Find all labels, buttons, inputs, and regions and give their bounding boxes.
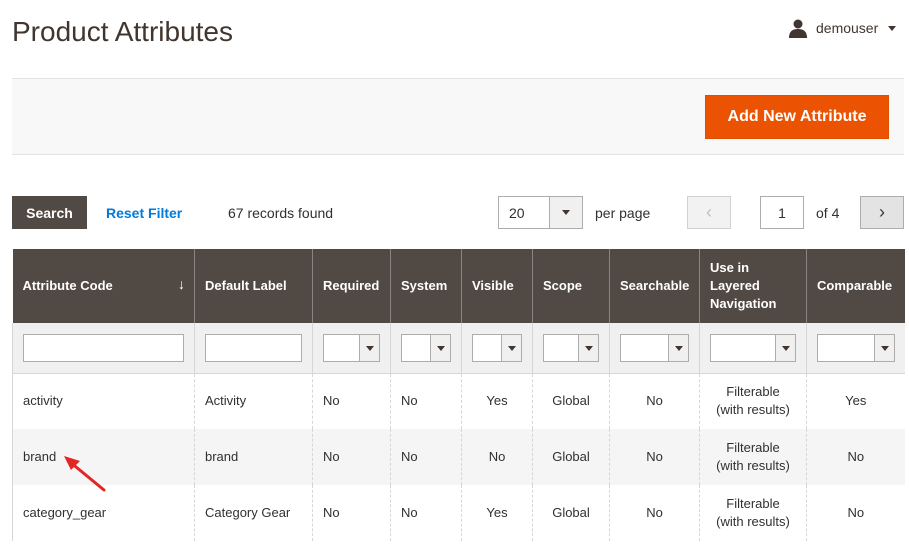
chevron-down-icon bbox=[888, 25, 897, 31]
attributes-grid: Attribute Code ↓ Default Label Required S… bbox=[12, 249, 905, 541]
cell-layered: Filterable (with results) bbox=[699, 429, 807, 485]
cell-visible: Yes bbox=[461, 485, 533, 541]
filter-visible-select[interactable] bbox=[472, 333, 522, 362]
per-page-value: 20 bbox=[509, 205, 525, 221]
cell-comparable: No bbox=[806, 429, 905, 485]
column-comparable[interactable]: Comparable bbox=[806, 249, 905, 323]
table-row[interactable]: category_gear Category Gear No No Yes Gl… bbox=[12, 485, 905, 541]
filter-scope-select[interactable] bbox=[543, 333, 599, 362]
cell-label: Category Gear bbox=[194, 485, 313, 541]
column-system[interactable]: System bbox=[390, 249, 462, 323]
cell-scope: Global bbox=[532, 373, 610, 429]
cell-label: brand bbox=[194, 429, 313, 485]
filter-row bbox=[12, 323, 905, 374]
chevron-down-icon bbox=[501, 334, 521, 361]
per-page-select[interactable]: 20 bbox=[498, 196, 583, 229]
filter-searchable-select[interactable] bbox=[620, 333, 689, 362]
column-required[interactable]: Required bbox=[312, 249, 391, 323]
cell-scope: Global bbox=[532, 429, 610, 485]
cell-searchable: No bbox=[609, 373, 700, 429]
reset-filter-link[interactable]: Reset Filter bbox=[106, 205, 182, 221]
cell-system: No bbox=[390, 485, 462, 541]
cell-searchable: No bbox=[609, 485, 700, 541]
cell-layered: Filterable (with results) bbox=[699, 373, 807, 429]
records-found: 67 records found bbox=[228, 205, 334, 221]
sort-arrow-icon: ↓ bbox=[178, 276, 185, 292]
user-name: demouser bbox=[816, 20, 879, 36]
filter-system-select[interactable] bbox=[401, 333, 451, 362]
add-new-attribute-button[interactable]: Add New Attribute bbox=[705, 95, 889, 139]
page-number-input[interactable] bbox=[760, 196, 804, 229]
column-default-label[interactable]: Default Label bbox=[194, 249, 313, 323]
filter-required-select[interactable] bbox=[323, 333, 380, 362]
cell-label: Activity bbox=[194, 373, 313, 429]
column-layered-navigation[interactable]: Use in Layered Navigation bbox=[699, 249, 807, 323]
cell-system: No bbox=[390, 373, 462, 429]
cell-visible: No bbox=[461, 429, 533, 485]
column-visible[interactable]: Visible bbox=[461, 249, 533, 323]
chevron-down-icon bbox=[578, 334, 598, 361]
cell-required: No bbox=[312, 373, 391, 429]
per-page-label: per page bbox=[595, 205, 651, 221]
cell-searchable: No bbox=[609, 429, 700, 485]
chevron-down-icon bbox=[873, 334, 894, 361]
chevron-down-icon bbox=[775, 334, 795, 361]
column-scope[interactable]: Scope bbox=[532, 249, 610, 323]
page-title: Product Attributes bbox=[12, 16, 234, 47]
filter-layered-navigation-select[interactable] bbox=[710, 333, 796, 362]
user-icon bbox=[789, 19, 807, 38]
column-searchable[interactable]: Searchable bbox=[609, 249, 700, 323]
chevron-down-icon bbox=[359, 334, 379, 361]
user-menu[interactable]: demouser bbox=[788, 18, 897, 38]
cell-code: activity bbox=[12, 373, 195, 429]
cell-comparable: No bbox=[806, 485, 905, 541]
search-button[interactable]: Search bbox=[12, 196, 87, 229]
annotation-arrow-icon bbox=[64, 456, 106, 492]
previous-page-button[interactable]: ‹ bbox=[687, 196, 731, 229]
cell-system: No bbox=[390, 429, 462, 485]
filter-attribute-code-input[interactable] bbox=[23, 333, 184, 362]
total-pages: of 4 bbox=[816, 205, 840, 221]
table-row[interactable]: activity Activity No No Yes Global No Fi… bbox=[12, 373, 905, 429]
cell-layered: Filterable (with results) bbox=[699, 485, 807, 541]
table-row[interactable]: brand brand No No No Global No Filterabl… bbox=[12, 429, 905, 485]
chevron-right-icon: › bbox=[879, 202, 885, 222]
filter-default-label-input[interactable] bbox=[205, 333, 302, 362]
chevron-down-icon bbox=[668, 334, 688, 361]
cell-required: No bbox=[312, 429, 391, 485]
chevron-down-icon[interactable] bbox=[549, 197, 582, 228]
cell-visible: Yes bbox=[461, 373, 533, 429]
chevron-down-icon bbox=[430, 334, 450, 361]
filter-comparable-select[interactable] bbox=[817, 333, 895, 362]
next-page-button[interactable]: › bbox=[860, 196, 904, 229]
column-attribute-code[interactable]: Attribute Code ↓ bbox=[12, 249, 195, 323]
chevron-left-icon: ‹ bbox=[706, 202, 712, 222]
cell-scope: Global bbox=[532, 485, 610, 541]
cell-required: No bbox=[312, 485, 391, 541]
cell-comparable: Yes bbox=[806, 373, 905, 429]
grid-header-row: Attribute Code ↓ Default Label Required S… bbox=[12, 249, 905, 323]
